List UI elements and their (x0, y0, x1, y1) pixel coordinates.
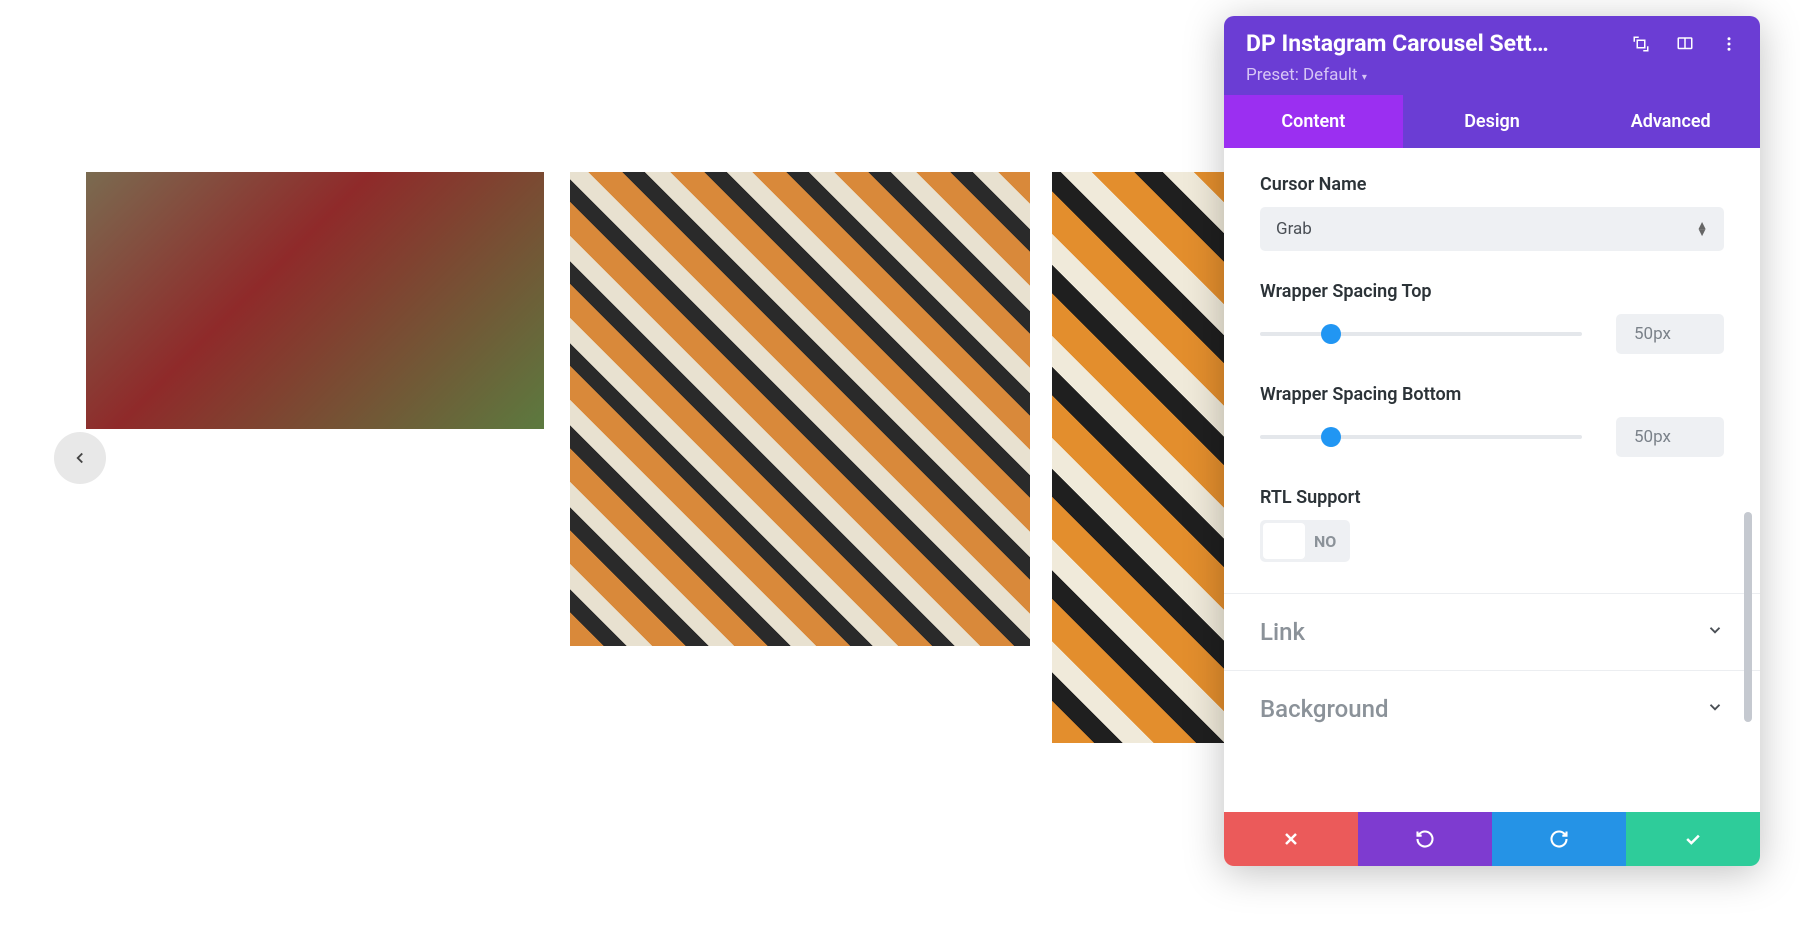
cancel-button[interactable] (1224, 812, 1358, 866)
responsive-icon[interactable] (1676, 35, 1694, 53)
rtl-toggle[interactable]: NO (1260, 520, 1350, 562)
redo-icon (1549, 829, 1569, 849)
panel-title: DP Instagram Carousel Sett… (1246, 30, 1620, 57)
wrapper-top-slider[interactable] (1260, 332, 1582, 336)
wrapper-spacing-top-field: Wrapper Spacing Top 50px (1260, 281, 1724, 354)
section-title: Background (1260, 695, 1389, 723)
preset-label: Preset: Default (1246, 65, 1357, 85)
redo-button[interactable] (1492, 812, 1626, 866)
panel-body[interactable]: Cursor Name Grab ▲▼ Wrapper Spacing Top … (1224, 148, 1760, 812)
tab-content[interactable]: Content (1224, 95, 1403, 148)
preset-selector[interactable]: Preset: Default ▾ (1246, 65, 1738, 85)
check-icon (1683, 829, 1703, 849)
rtl-support-field: RTL Support NO (1260, 487, 1724, 563)
undo-icon (1415, 829, 1435, 849)
field-label: Wrapper Spacing Bottom (1260, 384, 1724, 405)
slider-thumb[interactable] (1321, 427, 1341, 447)
field-label: RTL Support (1260, 487, 1724, 508)
carousel-prev-button[interactable] (54, 432, 106, 484)
wrapper-top-value-input[interactable]: 50px (1616, 314, 1724, 354)
field-label: Cursor Name (1260, 174, 1724, 195)
select-caret-icon: ▲▼ (1696, 222, 1708, 236)
scrollbar-thumb[interactable] (1744, 512, 1752, 722)
field-label: Wrapper Spacing Top (1260, 281, 1724, 302)
panel-footer (1224, 812, 1760, 866)
panel-header: DP Instagram Carousel Sett… Preset: Defa… (1224, 16, 1760, 95)
settings-tabs: Content Design Advanced (1224, 95, 1760, 148)
toggle-state-label: NO (1308, 532, 1350, 551)
close-icon (1281, 829, 1301, 849)
undo-button[interactable] (1358, 812, 1492, 866)
toggle-knob (1263, 523, 1305, 559)
kebab-menu-icon[interactable] (1720, 35, 1738, 53)
wrapper-bottom-value-input[interactable]: 50px (1616, 417, 1724, 457)
expand-icon[interactable] (1632, 35, 1650, 53)
carousel-image[interactable] (570, 172, 1030, 646)
select-value: Grab (1276, 219, 1312, 239)
tab-design[interactable]: Design (1403, 95, 1582, 148)
cursor-name-select[interactable]: Grab ▲▼ (1260, 207, 1724, 251)
save-button[interactable] (1626, 812, 1760, 866)
link-section[interactable]: Link (1224, 593, 1760, 670)
chevron-down-icon (1706, 698, 1724, 720)
chevron-down-icon (1706, 621, 1724, 643)
cursor-name-field: Cursor Name Grab ▲▼ (1260, 174, 1724, 251)
chevron-left-icon (71, 449, 89, 467)
carousel-image[interactable] (86, 172, 544, 429)
slider-thumb[interactable] (1321, 324, 1341, 344)
wrapper-spacing-bottom-field: Wrapper Spacing Bottom 50px (1260, 384, 1724, 457)
wrapper-bottom-slider[interactable] (1260, 435, 1582, 439)
background-section[interactable]: Background (1224, 670, 1760, 747)
section-title: Link (1260, 618, 1305, 646)
settings-panel: DP Instagram Carousel Sett… Preset: Defa… (1224, 16, 1760, 866)
tab-advanced[interactable]: Advanced (1581, 95, 1760, 148)
